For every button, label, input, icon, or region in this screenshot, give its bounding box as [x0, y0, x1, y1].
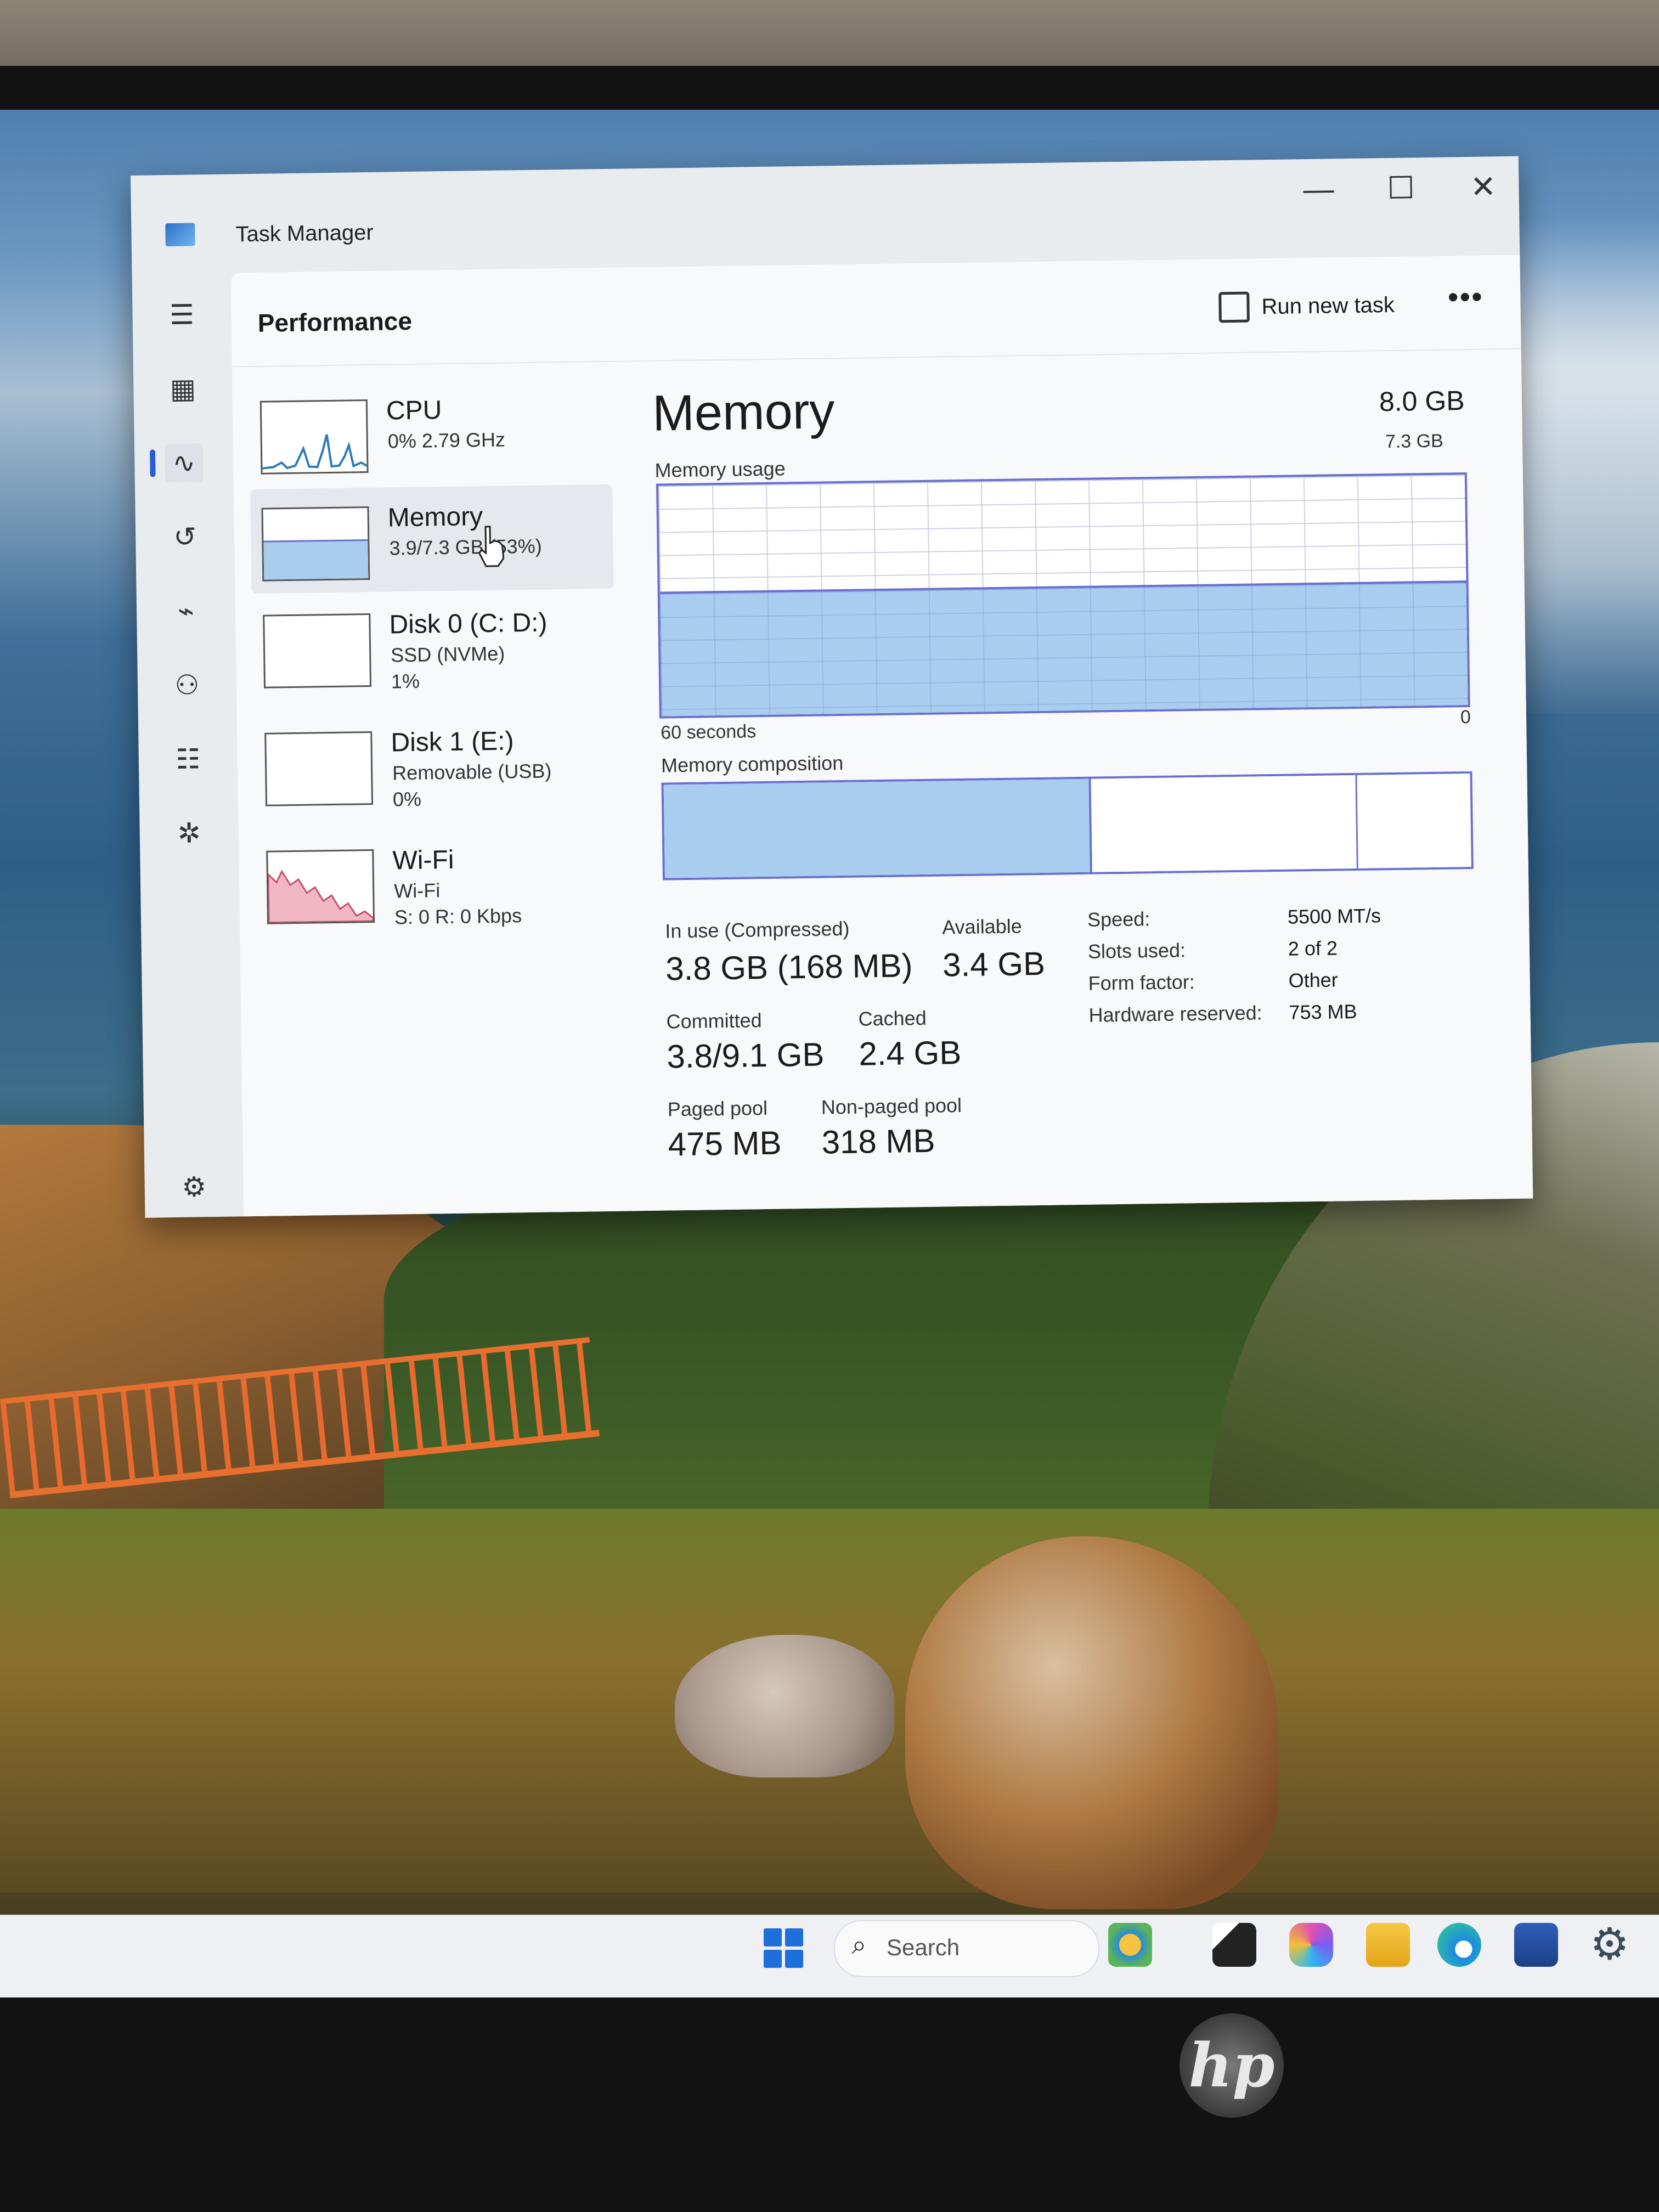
composition-in-use-segment — [663, 778, 1092, 878]
device-usage: 1% — [391, 669, 420, 693]
memory-total: 8.0 GB — [1379, 385, 1465, 417]
settings-gear-icon[interactable]: ⚙ — [1585, 1920, 1634, 1968]
startup-apps-icon[interactable]: ⌁ — [167, 591, 206, 630]
device-detail: SSD (NVMe) — [390, 642, 505, 667]
wifi-thumbnail-graph — [266, 849, 375, 924]
paged-pool-label: Paged pool — [667, 1096, 768, 1121]
details-icon[interactable]: ☷ — [168, 740, 207, 778]
paged-pool-value: 475 MB — [668, 1124, 782, 1163]
disk1-thumbnail-graph — [264, 731, 374, 806]
task-view-icon[interactable] — [1212, 1923, 1256, 1967]
widgets-icon[interactable] — [1108, 1923, 1152, 1967]
task-manager-window: Task Manager — ☐ ✕ ☰ ▦ ∿ ↺ ⌁ ⚇ ☷ ✲ ⚙ Per… — [131, 156, 1533, 1218]
spec-form-factor-value: Other — [1288, 968, 1339, 992]
spec-speed-value: 5500 MT/s — [1287, 904, 1381, 928]
spec-slots-label: Slots used: — [1087, 939, 1186, 963]
memory-thumbnail-graph — [261, 506, 370, 582]
non-paged-pool-label: Non-paged pool — [821, 1094, 962, 1119]
processes-icon[interactable]: ▦ — [163, 369, 202, 408]
run-task-icon — [1218, 291, 1250, 323]
taskbar-search-placeholder: Search — [887, 1934, 960, 1960]
hp-logo: hp — [1180, 2013, 1284, 2118]
copilot-icon[interactable] — [1289, 1923, 1333, 1967]
memory-heading: Memory — [652, 383, 836, 442]
minimize-button[interactable]: — — [1277, 159, 1361, 220]
device-name: Wi-Fi — [392, 845, 454, 876]
cpu-thumbnail-graph — [259, 399, 369, 475]
edge-browser-icon[interactable] — [1437, 1923, 1481, 1967]
device-item-disk-1[interactable]: Disk 1 (E:) Removable (USB) 0% — [253, 709, 617, 819]
device-name: Memory — [387, 502, 483, 533]
available-value: 3.4 GB — [942, 945, 1046, 984]
non-paged-pool-value: 318 MB — [821, 1122, 935, 1161]
device-detail: Removable (USB) — [392, 759, 552, 785]
active-nav-indicator — [150, 449, 156, 477]
device-item-memory[interactable]: Memory 3.9/7.3 GB (53%) — [250, 484, 614, 594]
device-name: CPU — [386, 396, 442, 426]
page-header: Performance Run new task ••• — [230, 255, 1521, 368]
composition-free-segment — [1357, 774, 1471, 868]
committed-label: Committed — [666, 1009, 762, 1033]
page-title: Performance — [257, 306, 413, 337]
disk0-thumbnail-graph — [263, 613, 372, 689]
memory-usage-label: Memory usage — [654, 457, 786, 482]
mouse-cursor-hand — [478, 526, 505, 567]
performance-page: Performance Run new task ••• CPU 0% 2.79… — [230, 255, 1533, 1217]
users-icon[interactable]: ⚇ — [167, 665, 206, 704]
run-new-task-label: Run new task — [1261, 292, 1395, 319]
graph-axis-zero-label: 0 — [1460, 706, 1471, 728]
spec-speed-label: Speed: — [1087, 907, 1150, 931]
memory-composition-bar — [661, 771, 1474, 881]
settings-icon[interactable]: ⚙ — [174, 1167, 213, 1206]
committed-value: 3.8/9.1 GB — [667, 1036, 825, 1075]
device-item-wifi[interactable]: Wi-Fi Wi-Fi S: 0 R: 0 Kbps — [255, 827, 619, 936]
memory-thumbnail-fill — [263, 539, 369, 580]
spec-hardware-reserved-value: 753 MB — [1289, 1000, 1357, 1024]
store-icon[interactable] — [1514, 1923, 1558, 1967]
device-detail: 0% 2.79 GHz — [387, 428, 506, 453]
close-button[interactable]: ✕ — [1442, 156, 1525, 218]
hamburger-icon[interactable]: ☰ — [162, 295, 201, 334]
app-history-icon[interactable]: ↺ — [166, 517, 205, 556]
wallpaper-rock-small — [675, 1635, 894, 1778]
memory-composition-label: Memory composition — [661, 751, 844, 777]
device-name: Disk 0 (C: D:) — [389, 608, 548, 640]
wifi-sparkline — [267, 870, 374, 924]
title-bar[interactable]: Task Manager — ☐ ✕ — [131, 156, 1520, 274]
available-label: Available — [941, 915, 1022, 939]
device-throughput: S: 0 R: 0 Kbps — [394, 904, 522, 929]
device-usage: 0% — [392, 787, 422, 811]
window-title: Task Manager — [235, 220, 374, 247]
in-use-value: 3.8 GB (168 MB) — [665, 947, 913, 988]
services-icon[interactable]: ✲ — [170, 814, 208, 853]
composition-standby-segment — [1091, 775, 1359, 872]
memory-usage-max: 7.3 GB — [1385, 430, 1444, 453]
device-detail: Wi-Fi — [393, 879, 441, 902]
device-item-cpu[interactable]: CPU 0% 2.79 GHz — [249, 377, 612, 487]
device-item-disk-0[interactable]: Disk 0 (C: D:) SSD (NVMe) 1% — [252, 591, 616, 701]
navigation-rail: ☰ ▦ ∿ ↺ ⌁ ⚇ ☷ ✲ ⚙ — [132, 273, 244, 1217]
cpu-sparkline — [262, 434, 368, 470]
spec-slots-value: 2 of 2 — [1288, 936, 1338, 960]
device-name: Disk 1 (E:) — [391, 726, 514, 758]
spec-hardware-reserved-label: Hardware reserved: — [1088, 1001, 1262, 1026]
in-use-label: In use (Compressed) — [665, 917, 850, 943]
maximize-button[interactable]: ☐ — [1359, 157, 1443, 219]
graph-time-span-label: 60 seconds — [661, 721, 757, 743]
device-detail: 3.9/7.3 GB (53%) — [389, 534, 542, 560]
run-new-task-button[interactable]: Run new task — [1218, 283, 1395, 329]
cached-value: 2.4 GB — [859, 1034, 962, 1073]
more-options-button[interactable]: ••• — [1438, 277, 1493, 321]
performance-icon[interactable]: ∿ — [164, 443, 204, 483]
memory-usage-graph — [656, 472, 1470, 719]
spec-form-factor-label: Form factor: — [1088, 970, 1195, 995]
task-manager-app-icon — [165, 223, 195, 247]
memory-usage-fill — [659, 580, 1468, 716]
search-icon: ⌕ — [851, 1931, 867, 1960]
cached-label: Cached — [858, 1006, 927, 1030]
file-explorer-icon[interactable] — [1366, 1923, 1410, 1967]
taskbar — [0, 1915, 1659, 1997]
start-button[interactable] — [764, 1928, 803, 1968]
